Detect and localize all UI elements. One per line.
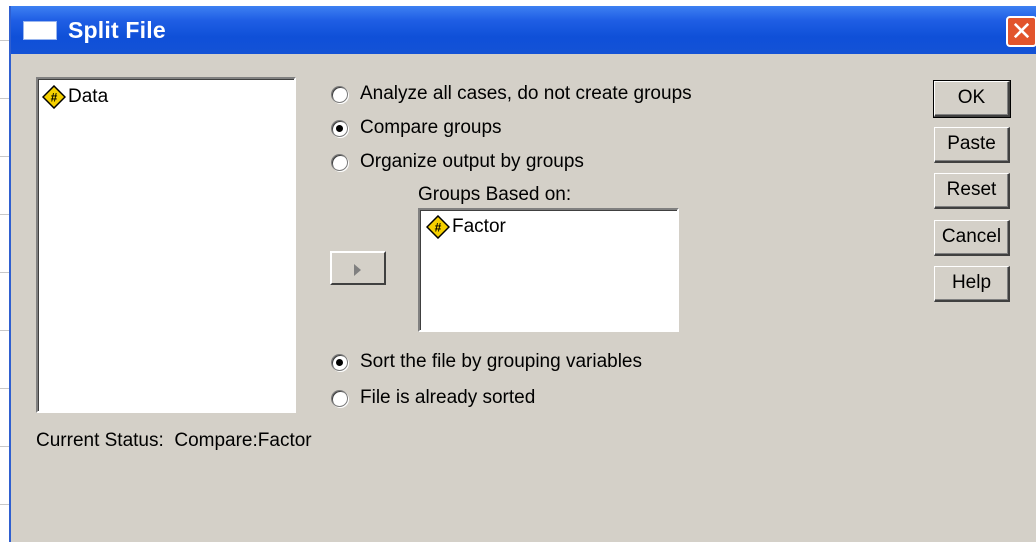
desktop-edge — [0, 0, 9, 542]
close-button[interactable]: ✕ — [1006, 16, 1036, 47]
svg-text:#: # — [435, 221, 442, 235]
radio-analyze-all[interactable]: Analyze all cases, do not create groups — [331, 82, 692, 106]
paste-button[interactable]: Paste — [934, 127, 1010, 163]
radio-button[interactable] — [331, 389, 348, 407]
radio-button[interactable] — [331, 119, 348, 137]
variable-label: Data — [68, 86, 109, 107]
ok-button[interactable]: OK — [933, 80, 1011, 118]
groups-based-on-list[interactable]: # Factor — [418, 208, 679, 332]
radio-label: Organize output by groups — [360, 151, 584, 172]
radio-compare-groups[interactable]: Compare groups — [331, 116, 502, 140]
radio-sort-by-grouping[interactable]: Sort the file by grouping variables — [331, 350, 642, 374]
window-title: Split File — [68, 17, 166, 43]
variable-label: Factor — [452, 216, 506, 237]
title-bar[interactable]: Split File ✕ — [11, 6, 1036, 54]
status-caption: Current Status: — [36, 430, 164, 451]
close-icon: ✕ — [1010, 16, 1033, 46]
groups-based-on-label: Groups Based on: — [418, 184, 572, 205]
reset-button[interactable]: Reset — [934, 173, 1010, 209]
scale-variable-icon: # — [42, 85, 66, 109]
list-item[interactable]: # Factor — [426, 215, 506, 239]
split-file-dialog: Split File ✕ # Data Analyze all cases, d… — [9, 6, 1036, 542]
svg-text:#: # — [51, 91, 58, 105]
radio-button[interactable] — [331, 353, 348, 371]
radio-organize-output[interactable]: Organize output by groups — [331, 150, 584, 174]
current-status-label: Current Status: Compare:Factor — [36, 430, 312, 452]
radio-label: Sort the file by grouping variables — [360, 351, 642, 372]
radio-already-sorted[interactable]: File is already sorted — [331, 386, 535, 410]
radio-label: File is already sorted — [360, 387, 536, 408]
radio-label: Compare groups — [360, 117, 502, 138]
status-value: Compare:Factor — [174, 430, 312, 451]
radio-button[interactable] — [331, 85, 348, 103]
window-icon — [23, 21, 57, 40]
source-variable-list[interactable]: # Data — [36, 77, 296, 413]
move-variable-button[interactable] — [330, 251, 386, 285]
radio-button[interactable] — [331, 153, 348, 171]
list-item[interactable]: # Data — [42, 85, 108, 109]
cancel-button[interactable]: Cancel — [934, 220, 1010, 256]
right-arrow-icon — [354, 264, 361, 276]
scale-variable-icon: # — [426, 215, 450, 239]
help-button[interactable]: Help — [934, 266, 1010, 302]
radio-label: Analyze all cases, do not create groups — [360, 83, 692, 104]
